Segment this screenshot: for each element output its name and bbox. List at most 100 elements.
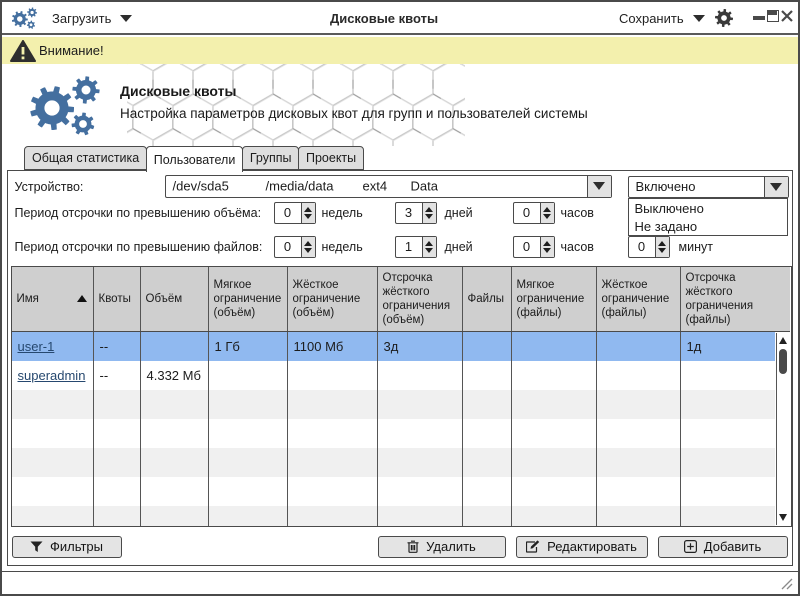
button-label: Фильтры [50,539,103,554]
grace-volume-days-stepper[interactable]: 3 [395,202,437,224]
table-cell [512,361,597,390]
table-cell [141,477,209,506]
column-header-grace-volume[interactable]: Отсрочка жёсткого ограничения (объём) [378,267,463,331]
table-cell [94,448,141,477]
quota-state-option-unset[interactable]: Не задано [629,217,787,235]
grace-volume-weeks-stepper[interactable]: 0 [274,202,316,224]
column-header-hard-files[interactable]: Жёсткое ограничение (файлы) [597,267,681,331]
table-cell: 3д [378,332,463,361]
add-button[interactable]: Добавить [658,536,788,558]
stepper-buttons[interactable] [540,237,554,257]
chevron-down-icon [770,183,782,191]
table-cell [141,506,209,527]
save-menu-button[interactable]: Сохранить [619,2,705,34]
table-cell [141,448,209,477]
page-subtitle: Настройка параметров дисковых квот для г… [120,106,588,121]
grace-volume-label: Период отсрочки по превышению объёма: [15,206,262,220]
table-cell: 1д [681,332,775,361]
table-cell [597,332,681,361]
close-button[interactable] [781,10,793,22]
quota-state-select-arrow[interactable] [764,177,788,197]
table-row[interactable]: superadmin -- 4.332 Мб [12,361,775,390]
table-row[interactable]: user-1 -- 1 Гб 1100 Мб 3д 1д [12,332,775,361]
filters-button[interactable]: Фильтры [12,536,122,558]
table-cell [512,448,597,477]
table-empty-row [12,390,775,419]
device-label: Устройство: [15,180,84,194]
column-header-name[interactable]: Имя [12,267,94,331]
device-select[interactable]: /dev/sda5/media/dataext4Data [165,175,612,198]
column-header-grace-files[interactable]: Отсрочка жёсткого ограничения (файлы) [681,267,790,331]
device-select-arrow[interactable] [587,176,611,197]
quota-state-option-off[interactable]: Выключено [629,199,787,217]
table-empty-row [12,448,775,477]
column-header-quotas[interactable]: Квоты [94,267,141,331]
sort-asc-icon [77,295,87,302]
tab-general-stats[interactable]: Общая статистика [24,146,147,170]
table-cell [681,448,775,477]
maximize-button[interactable] [767,10,779,22]
settings-gear-icon[interactable] [715,9,733,27]
tab-groups[interactable]: Группы [242,146,300,170]
load-menu-button[interactable]: Загрузить [52,2,132,34]
warning-icon [10,40,36,62]
delete-button[interactable]: Удалить [378,536,506,558]
grace-files-weeks-stepper[interactable]: 0 [274,236,316,258]
column-header-volume[interactable]: Объём [141,267,209,331]
column-header-label: Мягкое ограничение (объём) [214,278,282,320]
table-cell [597,506,681,527]
edit-button[interactable]: Редактировать [516,536,648,558]
table-cell [681,361,775,390]
table-cell [463,332,512,361]
grace-files-days-stepper[interactable]: 1 [395,236,437,258]
user-link[interactable]: superadmin [18,368,86,383]
grace-files-hours-stepper[interactable]: 0 [513,236,555,258]
column-header-soft-volume[interactable]: Мягкое ограничение (объём) [209,267,288,331]
grace-volume-hours-stepper[interactable]: 0 [513,202,555,224]
table-cell [463,448,512,477]
title-bar: Дисковые квоты Загрузить Сохранить [2,2,798,35]
step-up-icon [658,241,666,246]
stepper-buttons[interactable] [422,203,436,223]
table-cell [681,506,775,527]
grace-files-minutes-stepper[interactable]: 0 [628,236,670,258]
table-cell [512,332,597,361]
resize-grip[interactable] [781,578,793,590]
quota-state-select[interactable]: Включено [628,176,789,198]
scroll-down-icon[interactable] [779,514,787,521]
table-cell [597,448,681,477]
warning-text: Внимание! [39,37,104,64]
grace-volume-hours-unit: часов [561,206,594,220]
stepper-buttons[interactable] [301,203,315,223]
table-cell: 1 Гб [209,332,288,361]
stepper-buttons[interactable] [422,237,436,257]
tab-users[interactable]: Пользователи [146,146,244,172]
table-cell [209,506,288,527]
column-header-label: Жёсткое ограничение (объём) [293,278,372,320]
vertical-scrollbar[interactable] [776,333,791,525]
scrollbar-thumb[interactable] [779,349,787,374]
status-bar [2,571,798,594]
table-cell [463,390,512,419]
column-header-hard-volume[interactable]: Жёсткое ограничение (объём) [288,267,378,331]
table-cell [378,477,463,506]
table-cell [12,506,94,527]
app-window: Дисковые квоты Загрузить Сохранить Внима… [0,0,800,596]
table-cell [288,419,378,448]
column-header-label: Файлы [468,292,505,306]
stepper-buttons[interactable] [301,237,315,257]
column-header-files[interactable]: Файлы [463,267,512,331]
column-header-soft-files[interactable]: Мягкое ограничение (файлы) [512,267,597,331]
trash-icon [407,540,419,553]
tab-projects[interactable]: Проекты [298,146,364,170]
step-up-icon [425,241,433,246]
minimize-button[interactable] [753,16,765,20]
scroll-up-icon[interactable] [779,337,787,344]
table-cell [209,419,288,448]
stepper-buttons[interactable] [540,203,554,223]
table-header: Имя Квоты Объём Мягкое ограничение (объё… [12,267,790,332]
stepper-buttons[interactable] [655,237,669,257]
button-label: Удалить [426,539,476,554]
user-link[interactable]: user-1 [18,339,55,354]
table-cell [209,390,288,419]
